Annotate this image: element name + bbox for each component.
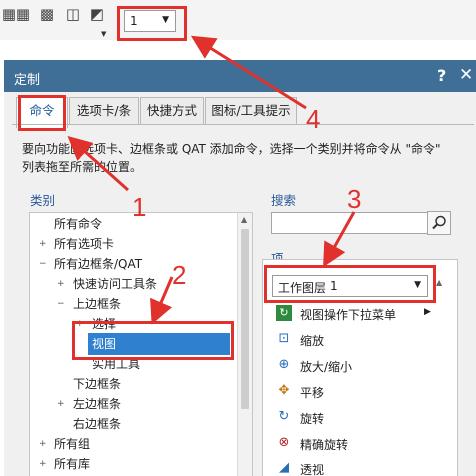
view-cube-icon[interactable]: ◩ bbox=[88, 6, 106, 22]
tree-node-all-groups[interactable]: 所有组 bbox=[54, 435, 90, 453]
search-icon bbox=[432, 215, 446, 230]
expand-icon[interactable]: + bbox=[39, 440, 48, 449]
item-label: 旋转 bbox=[300, 412, 325, 426]
dialog-title: 定制 bbox=[14, 73, 41, 88]
tab-divider bbox=[12, 124, 474, 125]
annotation-number-1: 1 bbox=[132, 192, 147, 222]
annotation-box-commands-tab bbox=[18, 95, 66, 131]
tree-node-all-libraries[interactable]: 所有库 bbox=[54, 455, 90, 473]
dialog-titlebar: 定制 ? ✕ bbox=[4, 60, 476, 92]
item-label: 平移 bbox=[300, 386, 325, 400]
zoom-icon: ⊡ bbox=[278, 331, 290, 346]
search-label: 搜索 bbox=[271, 193, 297, 208]
instructions-line-2: 列表拖至所需的位置。 bbox=[22, 160, 143, 174]
tree-node-bottom-border-bar[interactable]: 下边框条 bbox=[73, 375, 121, 393]
precise-rotate-icon: ⊗ bbox=[278, 435, 290, 450]
textured-grid-icon[interactable]: ▩ bbox=[38, 6, 56, 22]
pan-icon: ✥ bbox=[278, 383, 290, 398]
search-button[interactable] bbox=[427, 211, 451, 235]
tree-node-left-border-bar[interactable]: 左边框条 bbox=[73, 395, 121, 413]
tree-node-all-commands[interactable]: 所有命令 bbox=[54, 215, 102, 233]
annotation-number-3: 3 bbox=[347, 184, 362, 214]
collapse-icon[interactable]: − bbox=[39, 260, 48, 269]
tab-tabs-bars[interactable]: 选项卡/条 bbox=[69, 97, 139, 125]
close-button[interactable]: ✕ bbox=[459, 65, 473, 85]
collapse-icon[interactable]: − bbox=[57, 300, 66, 309]
tab-shortcuts[interactable]: 快捷方式 bbox=[140, 97, 204, 125]
rotate-icon: ↻ bbox=[278, 409, 290, 424]
search-input[interactable] bbox=[271, 212, 429, 234]
top-toolbar: ▦ ▦ ▩ ◫ ◩ ▼ 1 ▼ bbox=[0, 0, 476, 40]
scroll-up-icon[interactable]: ▲ bbox=[241, 215, 247, 224]
item-label: 视图操作下拉菜单 bbox=[300, 308, 397, 322]
scroll-thumb[interactable] bbox=[241, 229, 249, 409]
submenu-arrow-icon: ▶ bbox=[424, 307, 431, 317]
tree-node-all-tabs[interactable]: 所有选项卡 bbox=[54, 235, 114, 253]
zoom-in-out-icon: ⊕ bbox=[278, 357, 290, 372]
tree-node-all-bars-qat[interactable]: 所有边框条/QAT bbox=[54, 255, 142, 273]
refresh-view-icon: ↻ bbox=[276, 305, 292, 321]
item-label: 透视 bbox=[300, 463, 325, 476]
scroll-up-icon[interactable]: ▲ bbox=[436, 278, 442, 287]
instructions-line-1: 要向功能区选项卡、边框条或 QAT 添加命令，选择一个类别并将命令从 "命令" bbox=[22, 142, 441, 156]
tree-node-top-border-bar[interactable]: 上边框条 bbox=[73, 295, 121, 313]
tree-scrollbar[interactable]: ▲ bbox=[237, 213, 252, 476]
item-label: 精确旋转 bbox=[300, 438, 349, 452]
item-label: 放大/缩小 bbox=[300, 360, 353, 374]
tree-node-qat[interactable]: 快速访问工具条 bbox=[73, 275, 157, 293]
expand-icon[interactable]: + bbox=[39, 460, 48, 469]
instructions-text: 要向功能区选项卡、边框条或 QAT 添加命令，选择一个类别并将命令从 "命令" … bbox=[22, 140, 472, 176]
annotation-box-work-layer bbox=[264, 265, 436, 303]
categories-label: 类别 bbox=[30, 193, 56, 208]
annotation-number-4: 4 bbox=[306, 104, 321, 134]
tab-icons-tooltips[interactable]: 图标/工具提示 bbox=[205, 97, 297, 125]
annotation-box-view-node bbox=[72, 321, 234, 360]
annotation-box-toolbar-select bbox=[117, 6, 187, 41]
expand-icon[interactable]: + bbox=[39, 240, 48, 249]
annotation-number-2: 2 bbox=[172, 260, 187, 290]
cube-icon[interactable]: ◫ bbox=[64, 6, 82, 22]
help-button[interactable]: ? bbox=[437, 66, 446, 85]
perspective-icon: ◢ bbox=[279, 460, 289, 475]
expand-icon[interactable]: + bbox=[57, 280, 66, 289]
item-label: 缩放 bbox=[300, 334, 325, 348]
grid-icon[interactable]: ▦ bbox=[14, 6, 32, 22]
tree-node-right-border-bar[interactable]: 右边框条 bbox=[73, 415, 121, 433]
chevron-down-icon[interactable]: ▼ bbox=[101, 30, 106, 38]
expand-icon[interactable]: + bbox=[57, 400, 66, 409]
